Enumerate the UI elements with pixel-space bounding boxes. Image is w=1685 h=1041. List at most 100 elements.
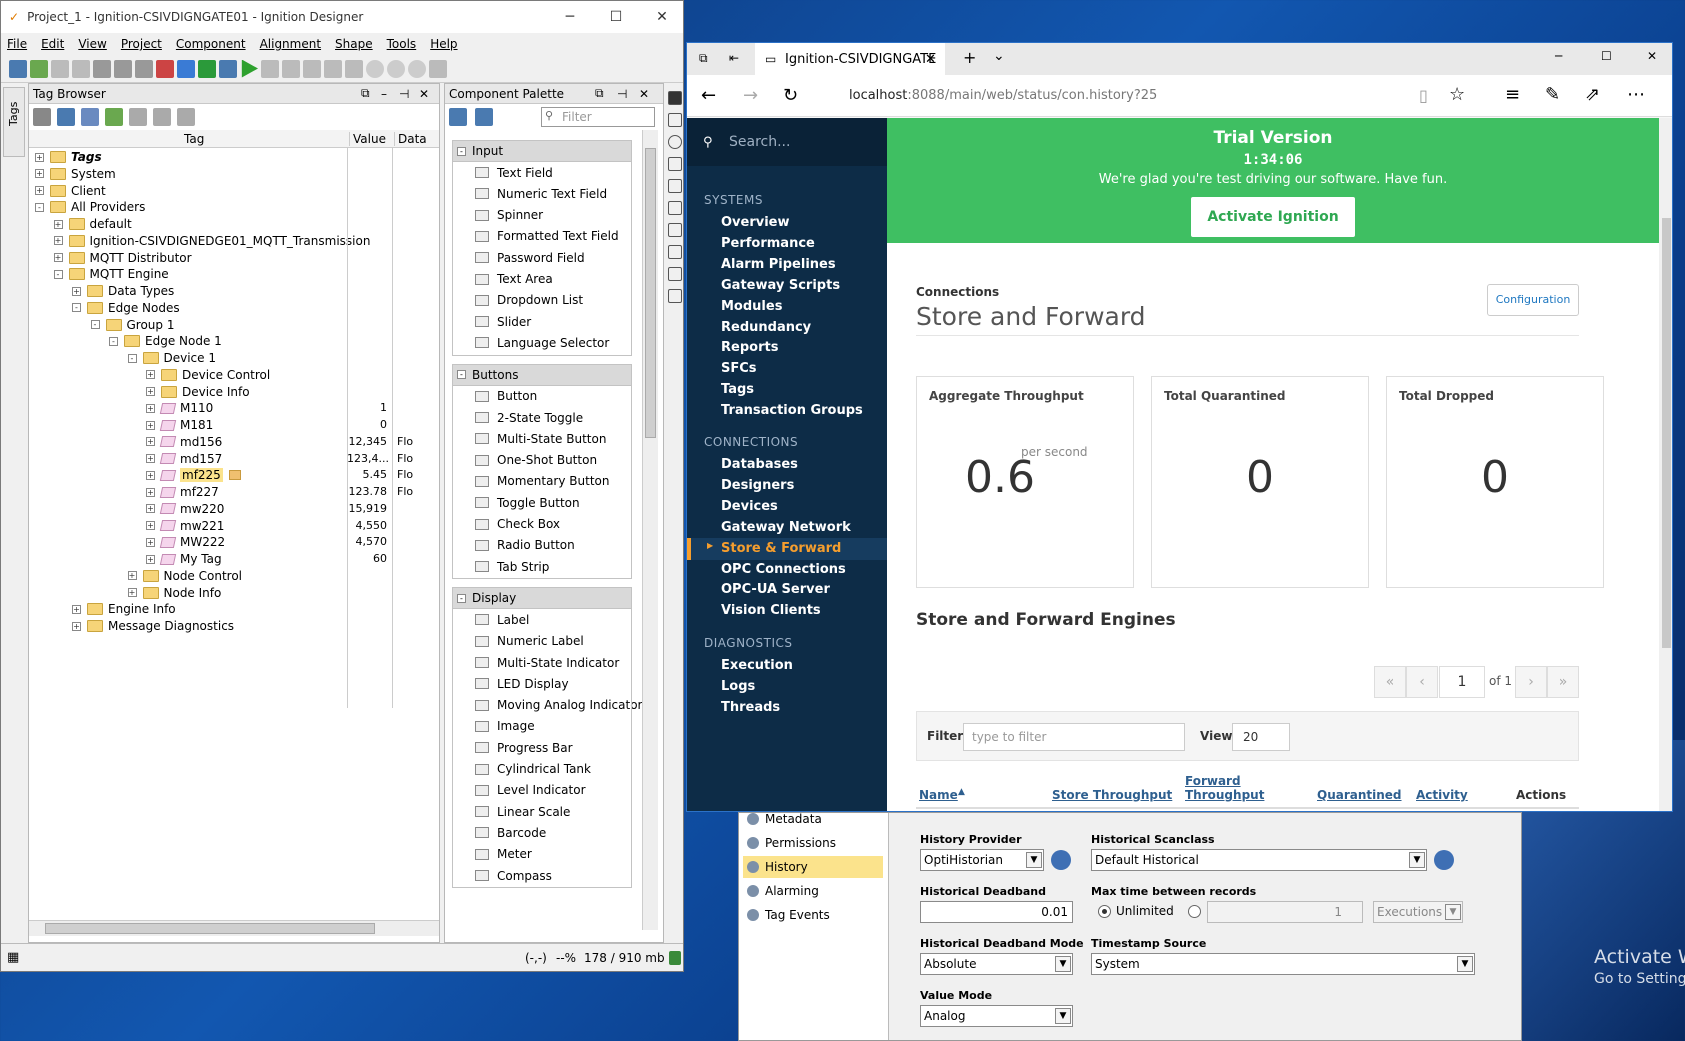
minimize-pane-icon[interactable]: – xyxy=(381,87,387,101)
opc-icon[interactable] xyxy=(129,108,147,126)
col-value[interactable]: Value xyxy=(349,132,386,146)
col-tag[interactable]: Tag xyxy=(184,132,204,146)
category-metadata[interactable]: Metadata xyxy=(743,813,883,830)
nav-item-overview[interactable]: Overview xyxy=(721,215,790,230)
nav-item-opc-connections[interactable]: OPC Connections xyxy=(721,562,846,577)
nav-item-redundancy[interactable]: Redundancy xyxy=(721,320,811,335)
category-tag-events[interactable]: Tag Events xyxy=(743,904,883,926)
menu-edit[interactable]: Edit xyxy=(41,37,64,51)
close-pane-icon[interactable]: ✕ xyxy=(639,87,649,101)
menu-project[interactable]: Project xyxy=(121,37,162,51)
sort-asc-icon[interactable]: ▲ xyxy=(958,787,965,797)
nav-item-gateway-network[interactable]: Gateway Network xyxy=(721,520,851,535)
tag-row[interactable]: + My Tag xyxy=(146,550,222,568)
refresh-icon[interactable] xyxy=(57,108,75,126)
palette-item[interactable]: Tab Strip xyxy=(475,556,549,577)
collapse-icon[interactable]: - xyxy=(72,303,81,313)
cut-icon[interactable] xyxy=(93,59,111,78)
scanclass-select[interactable]: Default Historical ▼ xyxy=(1091,849,1427,871)
tag-row[interactable]: + mw220 xyxy=(146,500,224,518)
nav-item-reports[interactable]: Reports xyxy=(721,340,778,355)
palette-item[interactable]: Level Indicator xyxy=(475,780,586,801)
pin-icon[interactable]: ⊣ xyxy=(617,87,627,101)
new-tab-icon[interactable]: + xyxy=(963,48,976,67)
category-permissions[interactable]: Permissions xyxy=(743,832,883,854)
provider-browse-icon[interactable] xyxy=(1051,850,1071,870)
folder-row[interactable]: + MQTT Distributor xyxy=(53,249,192,267)
nav-item-performance[interactable]: Performance xyxy=(721,236,815,251)
maximize-button[interactable]: ☐ xyxy=(1601,49,1612,63)
menu-view[interactable]: View xyxy=(78,37,106,51)
tag-row[interactable]: + md156 xyxy=(146,433,222,451)
tag-row[interactable]: + mf225 xyxy=(146,466,241,484)
grid-icon[interactable]: ▦ xyxy=(7,950,19,965)
expand-icon[interactable]: + xyxy=(72,604,81,614)
expand-icon[interactable]: + xyxy=(146,521,155,530)
palette-item[interactable]: Button xyxy=(475,386,537,407)
expand-icon[interactable]: + xyxy=(53,219,63,229)
folder-row[interactable]: - Device 1 xyxy=(127,349,216,367)
folder-row[interactable]: - Edge Node 1 xyxy=(109,332,222,350)
line-tool-icon[interactable] xyxy=(668,223,682,237)
update-icon[interactable] xyxy=(30,59,48,78)
close-pane-icon[interactable]: ✕ xyxy=(419,87,429,101)
expand-icon[interactable]: + xyxy=(35,186,44,195)
palette-item[interactable]: LED Display xyxy=(475,673,569,694)
table-icon[interactable] xyxy=(81,108,99,126)
expand-icon[interactable]: + xyxy=(146,370,155,380)
pager-page-input[interactable]: 1 xyxy=(1439,666,1485,698)
tag-row[interactable]: + mw221 xyxy=(146,517,224,535)
tag-row[interactable]: + MW222 xyxy=(146,533,225,551)
expand-icon[interactable]: + xyxy=(35,169,44,179)
nav-item-execution[interactable]: Execution xyxy=(721,658,793,673)
palette-item[interactable]: Formatted Text Field xyxy=(475,226,619,247)
col-datatype[interactable]: Data xyxy=(394,132,427,146)
hub-icon[interactable]: ≡ xyxy=(1505,84,1520,105)
palette-item[interactable]: One-Shot Button xyxy=(475,450,597,471)
palette-item[interactable]: 2-State Toggle xyxy=(475,407,583,428)
palette-item[interactable]: Text Field xyxy=(475,162,553,183)
tag-row[interactable]: + md157 xyxy=(146,450,222,468)
share-icon[interactable]: ⇗ xyxy=(1585,84,1600,105)
nav-item-transaction-groups[interactable]: Transaction Groups xyxy=(721,403,863,418)
expand-icon[interactable]: + xyxy=(146,420,155,430)
nav-item-databases[interactable]: Databases xyxy=(721,457,798,472)
more-icon[interactable]: ⋯ xyxy=(1627,84,1645,105)
col-header-activity[interactable]: Activity xyxy=(1416,788,1468,802)
palette-section-display[interactable]: - Display xyxy=(452,587,632,610)
palette-item[interactable]: Moving Analog Indicator xyxy=(475,695,642,716)
pencil-tool-icon[interactable] xyxy=(668,201,682,215)
arrow-tool-icon[interactable] xyxy=(668,179,682,193)
ellipse-tool-icon[interactable] xyxy=(668,135,682,149)
close-button[interactable]: ✕ xyxy=(1647,49,1657,63)
favorite-star-icon[interactable]: ☆ xyxy=(1449,84,1465,105)
tag-row[interactable]: + mf227 xyxy=(146,483,219,501)
deadband-input[interactable]: 0.01 xyxy=(920,901,1073,923)
col-header-forward-throughput[interactable]: Forward Throughput xyxy=(1185,774,1265,802)
palette-item[interactable]: Password Field xyxy=(475,247,585,268)
palette-item[interactable]: Check Box xyxy=(475,514,560,535)
menu-component[interactable]: Component xyxy=(176,37,246,51)
reading-view-icon[interactable]: ▯ xyxy=(1419,86,1428,105)
palette-item[interactable]: Cylindrical Tank xyxy=(475,759,591,780)
maximize-button[interactable]: ☐ xyxy=(593,1,639,33)
folder-row[interactable]: + System xyxy=(35,165,116,183)
col-header-store-throughput[interactable]: Store Throughput xyxy=(1052,788,1172,802)
expand-icon[interactable]: + xyxy=(146,537,155,547)
expand-icon[interactable]: + xyxy=(127,571,137,581)
zoom-in-icon[interactable] xyxy=(366,59,384,78)
breadcrumb[interactable]: Connections xyxy=(916,285,999,299)
palette-item[interactable]: Toggle Button xyxy=(475,492,580,513)
redo-icon[interactable] xyxy=(72,59,90,78)
folder-row[interactable]: + Message Diagnostics xyxy=(72,617,234,635)
expand-icon[interactable]: + xyxy=(146,487,155,497)
palette-item[interactable]: Text Area xyxy=(475,269,553,290)
palette-item[interactable]: Spinner xyxy=(475,205,543,226)
collapse-icon[interactable]: - xyxy=(109,336,118,346)
distribute-icon[interactable] xyxy=(324,59,342,78)
category-history[interactable]: History xyxy=(743,856,883,878)
pager-last-button[interactable]: » xyxy=(1547,666,1579,698)
folder-row[interactable]: + Node Control xyxy=(127,567,242,585)
expand-icon[interactable]: + xyxy=(72,621,81,631)
pin-icon[interactable]: ⊣ xyxy=(399,87,409,101)
